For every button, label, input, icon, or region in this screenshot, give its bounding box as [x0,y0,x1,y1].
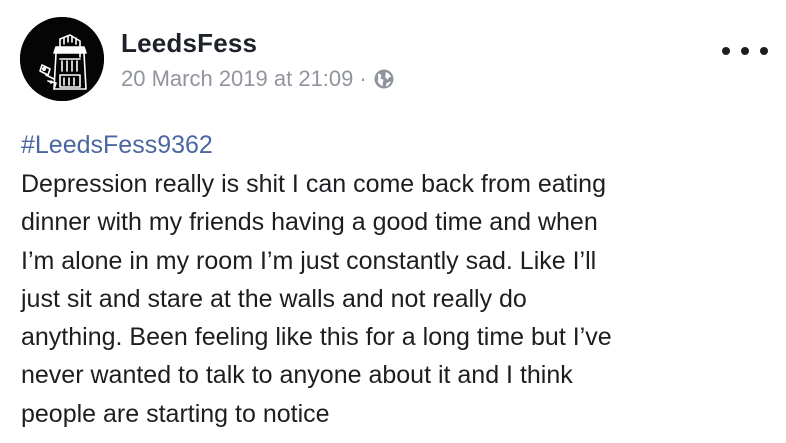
page-avatar[interactable] [20,17,104,101]
post-body: Depression really is shit I can come bac… [21,165,766,433]
post-body-line: Depression really is shit I can come bac… [21,170,606,198]
post-timestamp[interactable]: 20 March 2019 at 21:09 [121,64,353,94]
post-card: LeedsFess 20 March 2019 at 21:09 · #Leed… [0,0,786,443]
globe-icon[interactable] [373,68,395,90]
meta-separator: · [359,66,367,91]
post-body-line: anything. Been feeling like this for a l… [21,323,612,352]
post-body-line: people are starting to notice [21,399,330,428]
more-dot [722,47,730,55]
more-dot [741,47,749,55]
post-body-line: just sit and stare at the walls and not … [21,284,527,313]
post-meta: 20 March 2019 at 21:09 · [121,64,395,94]
more-dot [760,47,768,55]
hashtag-link[interactable]: #LeedsFess9362 [21,127,213,163]
post-body-line: never wanted to talk to anyone about it … [21,361,573,390]
post-body-line: dinner with my friends having a good tim… [21,208,598,237]
post-body-line: I’m alone in my room I’m just constantly… [21,246,597,275]
more-options-icon[interactable] [722,40,768,62]
building-logo-icon [20,17,104,101]
page-name[interactable]: LeedsFess [121,27,257,59]
